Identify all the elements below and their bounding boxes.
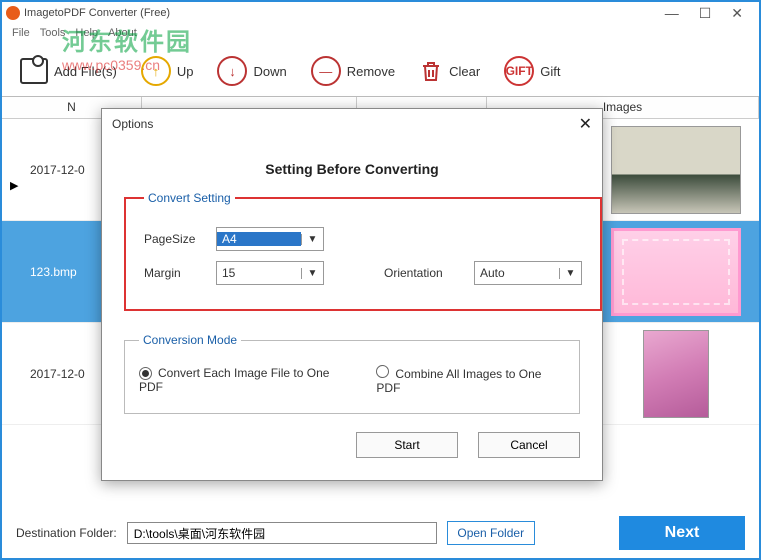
margin-row: Margin 15 ▼ Orientation Auto ▼ bbox=[144, 261, 582, 285]
mode-each-radio[interactable]: Convert Each Image File to One PDF bbox=[139, 366, 352, 394]
row-name: 123.bmp bbox=[2, 265, 102, 279]
remove-button[interactable]: — Remove bbox=[311, 56, 395, 86]
margin-select[interactable]: 15 ▼ bbox=[216, 261, 324, 285]
up-label: Up bbox=[177, 64, 194, 79]
image-icon bbox=[20, 58, 48, 84]
toolbar: Add File(s) ↑ Up ↓ Down — Remove Clear G… bbox=[2, 42, 759, 96]
menu-help[interactable]: Help bbox=[75, 27, 98, 39]
add-files-button[interactable]: Add File(s) bbox=[20, 58, 117, 84]
app-icon bbox=[6, 6, 20, 20]
arrow-up-icon: ↑ bbox=[141, 56, 171, 86]
convert-setting-legend: Convert Setting bbox=[144, 191, 235, 205]
convert-setting-group: Convert Setting PageSize A4 ▼ Margin 15 … bbox=[124, 191, 602, 311]
next-button[interactable]: Next bbox=[619, 516, 745, 550]
mode-combine-label: Combine All Images to One PDF bbox=[376, 367, 541, 395]
dialog-title: Options bbox=[112, 117, 153, 131]
menubar: File Tools Help About bbox=[2, 24, 759, 42]
radio-icon bbox=[139, 367, 152, 380]
menu-about[interactable]: About bbox=[108, 27, 137, 39]
up-button[interactable]: ↑ Up bbox=[141, 56, 194, 86]
remove-label: Remove bbox=[347, 64, 395, 79]
close-icon[interactable]: ✕ bbox=[731, 5, 743, 22]
gift-icon: GIFT bbox=[504, 56, 534, 86]
minimize-icon[interactable]: — bbox=[665, 5, 679, 22]
cancel-button[interactable]: Cancel bbox=[478, 432, 580, 458]
trash-icon bbox=[419, 58, 443, 84]
chevron-down-icon: ▼ bbox=[301, 268, 323, 279]
pagesize-value: A4 bbox=[217, 232, 301, 246]
add-files-label: Add File(s) bbox=[54, 64, 117, 79]
dialog-titlebar: Options ✕ bbox=[102, 109, 602, 139]
arrow-down-icon: ↓ bbox=[217, 56, 247, 86]
margin-label: Margin bbox=[144, 266, 206, 280]
window-controls: — ☐ ✕ bbox=[665, 5, 755, 22]
thumbnail bbox=[611, 228, 741, 316]
orientation-value: Auto bbox=[475, 266, 559, 280]
clear-label: Clear bbox=[449, 64, 480, 79]
orientation-select[interactable]: Auto ▼ bbox=[474, 261, 582, 285]
row-name: 2017-12-0 bbox=[2, 163, 102, 177]
mode-combine-radio[interactable]: Combine All Images to One PDF bbox=[376, 365, 565, 395]
pagesize-label: PageSize bbox=[144, 232, 206, 246]
pagesize-select[interactable]: A4 ▼ bbox=[216, 227, 324, 251]
conversion-mode-legend: Conversion Mode bbox=[139, 333, 241, 347]
row-marker-icon: ▶ bbox=[10, 179, 18, 192]
conversion-mode-group: Conversion Mode Convert Each Image File … bbox=[124, 333, 580, 414]
orientation-label: Orientation bbox=[384, 266, 464, 280]
maximize-icon[interactable]: ☐ bbox=[699, 5, 712, 22]
gift-button[interactable]: GIFT Gift bbox=[504, 56, 560, 86]
down-label: Down bbox=[253, 64, 286, 79]
chevron-down-icon: ▼ bbox=[301, 234, 323, 245]
footer: Destination Folder: Open Folder Next bbox=[2, 508, 759, 558]
gift-label: Gift bbox=[540, 64, 560, 79]
row-name: 2017-12-0 bbox=[2, 367, 102, 381]
minus-icon: — bbox=[311, 56, 341, 86]
start-button[interactable]: Start bbox=[356, 432, 458, 458]
pagesize-row: PageSize A4 ▼ bbox=[144, 227, 582, 251]
menu-tools[interactable]: Tools bbox=[40, 27, 66, 39]
dialog-heading: Setting Before Converting bbox=[124, 161, 580, 177]
app-title: ImagetoPDF Converter (Free) bbox=[24, 7, 170, 19]
open-folder-button[interactable]: Open Folder bbox=[447, 521, 535, 545]
mode-options: Convert Each Image File to One PDF Combi… bbox=[139, 365, 565, 395]
thumbnail bbox=[611, 126, 741, 214]
down-button[interactable]: ↓ Down bbox=[217, 56, 286, 86]
dialog-body: Setting Before Converting Convert Settin… bbox=[102, 139, 602, 468]
clear-button[interactable]: Clear bbox=[419, 58, 480, 84]
destination-label: Destination Folder: bbox=[16, 526, 117, 540]
chevron-down-icon: ▼ bbox=[559, 268, 581, 279]
menu-file[interactable]: File bbox=[12, 27, 30, 39]
titlebar: ImagetoPDF Converter (Free) — ☐ ✕ bbox=[2, 2, 759, 24]
thumbnail bbox=[643, 330, 709, 418]
margin-value: 15 bbox=[217, 266, 301, 280]
mode-each-label: Convert Each Image File to One PDF bbox=[139, 366, 329, 394]
dialog-close-icon[interactable]: ✕ bbox=[579, 114, 592, 134]
radio-icon bbox=[376, 365, 389, 378]
options-dialog: Options ✕ Setting Before Converting Conv… bbox=[101, 108, 603, 481]
dialog-buttons: Start Cancel bbox=[124, 432, 580, 458]
destination-input[interactable] bbox=[127, 522, 437, 544]
